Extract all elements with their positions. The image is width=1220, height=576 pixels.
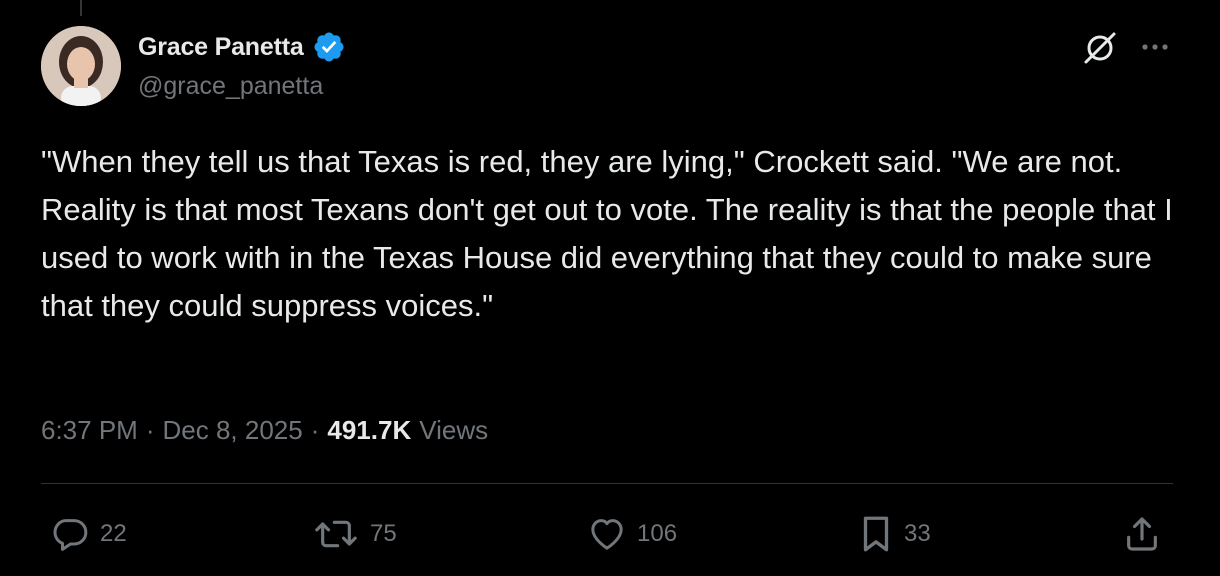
like-button[interactable]: 106 [587, 514, 677, 554]
tweet-time[interactable]: 6:37 PM [41, 415, 138, 446]
verified-badge-icon[interactable] [312, 30, 346, 64]
reply-count: 22 [100, 520, 127, 547]
heart-icon [587, 514, 627, 554]
thread-line [80, 0, 82, 16]
grok-icon[interactable] [1080, 28, 1120, 68]
meta-separator: · [310, 414, 320, 445]
display-name[interactable]: Grace Panetta [138, 33, 304, 62]
bookmark-count: 33 [904, 520, 931, 547]
like-count: 106 [637, 520, 678, 547]
tweet-meta: 6:37 PM · Dec 8, 2025 · 491.7K Views [41, 410, 488, 450]
bookmark-button[interactable]: 33 [858, 514, 931, 554]
repost-icon [312, 514, 360, 554]
author-name-row: Grace Panetta [138, 30, 346, 64]
views-label: Views [419, 414, 489, 445]
tweet-text: "When they tell us that Texas is red, th… [41, 144, 1173, 323]
avatar[interactable] [41, 26, 121, 106]
repost-button[interactable]: 75 [312, 514, 397, 554]
repost-count: 75 [370, 520, 397, 547]
views-count: 491.7K [327, 414, 412, 445]
tweet-date[interactable]: Dec 8, 2025 [163, 415, 303, 446]
more-icon[interactable] [1138, 34, 1172, 60]
reply-button[interactable]: 22 [50, 514, 127, 554]
share-button[interactable] [1122, 514, 1162, 554]
share-icon [1122, 514, 1162, 554]
divider [41, 483, 1173, 484]
meta-separator: · [145, 414, 155, 445]
author-handle[interactable]: @grace_panetta [138, 72, 323, 101]
bookmark-icon [858, 513, 894, 555]
reply-icon [50, 514, 90, 554]
